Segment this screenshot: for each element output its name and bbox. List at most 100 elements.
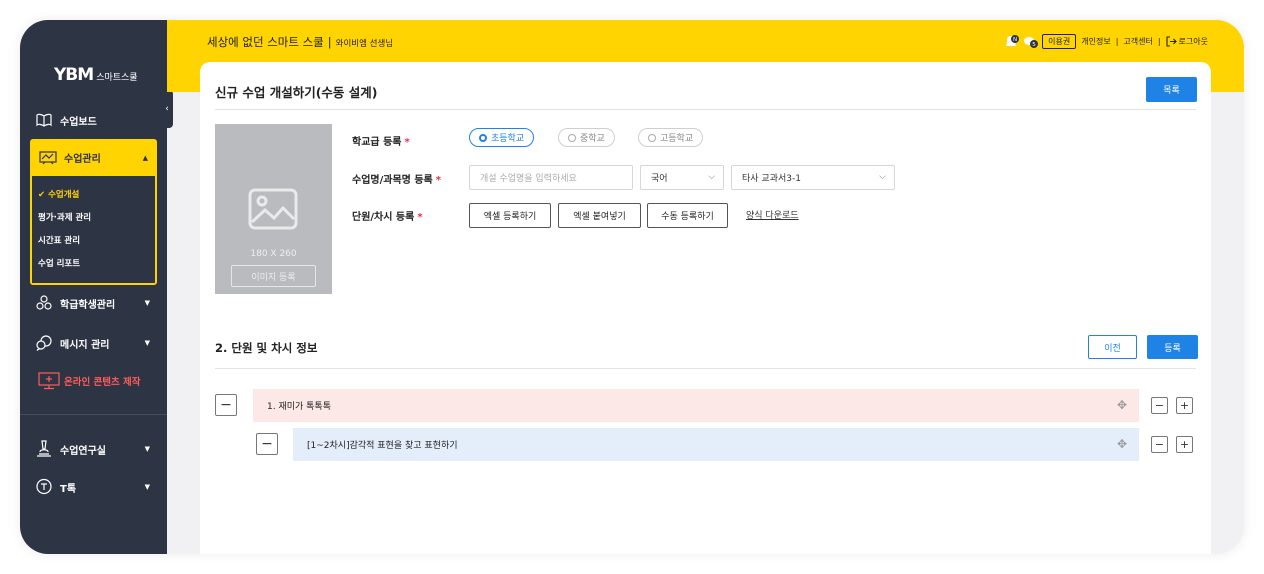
support-link[interactable]: 고객센터 (1123, 36, 1152, 47)
caret-down-icon: ▼ (144, 339, 150, 347)
image-placeholder-icon (248, 188, 298, 230)
teacher-name: 와이비엠 선생님 (335, 39, 394, 49)
required-mark: * (404, 137, 410, 148)
lesson-row[interactable]: [1~2차시]감각적 표현을 찾고 표현하기 ✥ (293, 428, 1139, 461)
school-level-label: 학교급 등록 * (352, 133, 410, 148)
excel-paste-button[interactable]: 엑셀 붙여넣기 (558, 203, 641, 228)
required-mark: * (417, 212, 423, 223)
collapse-lesson-button[interactable]: − (256, 433, 278, 455)
usage-button[interactable]: 이용권 (1042, 34, 1077, 49)
submenu-item-assessment[interactable]: 평가·과제 관리 (32, 207, 155, 230)
main-content: 신규 수업 개설하기(수동 설계) 목록 180 X 260 이미지 등록 학교… (200, 62, 1211, 554)
sidebar-item-label: 학급학생관리 (60, 299, 116, 311)
whiteboard-icon (38, 150, 58, 166)
page-title: 신규 수업 개설하기(수동 설계) (215, 85, 378, 100)
sidebar-item-label: 수업연구실 (60, 445, 106, 457)
form-download-link[interactable]: 양식 다운로드 (746, 208, 799, 221)
radio-middle[interactable]: 중학교 (558, 128, 615, 147)
sidebar-item-online-content[interactable]: 온라인 콘텐츠 제작 (38, 372, 141, 390)
logo-text: 스마트스쿨 (96, 73, 138, 83)
image-size-label: 180 X 260 (250, 249, 297, 259)
logo[interactable]: YBM 스마트스쿨 (54, 65, 138, 85)
radio-dot-icon (479, 133, 487, 142)
add-lesson-button[interactable]: + (1176, 436, 1193, 453)
sidebar-item-t-talk[interactable]: T톡 ▼ (34, 476, 156, 498)
subject-select[interactable]: 국어 ⌵ (640, 165, 724, 190)
register-button[interactable]: 등록 (1147, 335, 1198, 359)
add-unit-button[interactable]: + (1176, 397, 1193, 414)
unit-label: 단원/차시 등록 * (352, 208, 423, 223)
logo-mark: YBM (54, 65, 94, 85)
sidebar: YBM 스마트스쿨 수업보드 수업관리 ▲ ✔ 수업개설 평가·과제 관리 시간… (20, 20, 173, 554)
school-title: 세상에 없던 스마트 스쿨 | 와이비엠 선생님 (207, 34, 393, 50)
radio-high[interactable]: 고등학교 (638, 128, 704, 147)
submenu-item-timetable[interactable]: 시간표 관리 (32, 230, 155, 253)
caret-down-icon: ▼ (144, 483, 150, 491)
radio-label: 초등학교 (491, 134, 525, 144)
sidebar-collapse-button[interactable]: ‹ (161, 90, 173, 128)
chat-icon (34, 334, 54, 352)
section-title: 2. 단원 및 차시 정보 (215, 341, 318, 355)
excel-register-button[interactable]: 엑셀 등록하기 (469, 203, 551, 228)
book-icon (34, 111, 54, 129)
microscope-icon (34, 440, 54, 458)
move-icon[interactable]: ✥ (1117, 398, 1127, 412)
remove-lesson-button[interactable]: − (1151, 436, 1168, 453)
collapse-unit-button[interactable]: − (215, 394, 237, 416)
bell-icon[interactable]: N (1004, 34, 1020, 49)
radio-label: 중학교 (580, 134, 605, 144)
textbook-select-value: 타사 교과서3-1 (742, 174, 801, 184)
chevron-down-icon: ⌵ (708, 172, 715, 182)
people-icon (34, 294, 54, 312)
move-icon[interactable]: ✥ (1117, 437, 1127, 451)
message-badge: 5 (1032, 42, 1036, 48)
caret-up-icon: ▲ (142, 153, 148, 162)
sidebar-item-research[interactable]: 수업연구실 ▼ (34, 438, 156, 460)
t-talk-icon (34, 478, 54, 496)
sidebar-item-dashboard[interactable]: 수업보드 (34, 109, 156, 131)
sidebar-divider (20, 414, 167, 415)
submenu: ✔ 수업개설 평가·과제 관리 시간표 관리 수업 리포트 (32, 176, 155, 283)
logout-link[interactable]: 로그아웃 (1165, 36, 1208, 47)
class-name-input[interactable]: 개설 수업명을 입력하세요 (469, 165, 633, 190)
sidebar-item-message[interactable]: 메시지 관리 ▼ (34, 332, 156, 354)
submenu-item-open-class[interactable]: ✔ 수업개설 (32, 184, 155, 207)
minus-icon: − (1154, 438, 1165, 451)
lesson-row-label: [1~2차시]감각적 표현을 찾고 표현하기 (307, 441, 458, 451)
sidebar-item-students[interactable]: 학급학생관리 ▼ (34, 292, 156, 314)
chevron-down-icon: ⌵ (879, 172, 886, 182)
minus-icon: − (220, 397, 232, 413)
submenu-item-report[interactable]: 수업 리포트 (32, 253, 155, 276)
message-icon[interactable]: 5 (1023, 35, 1039, 49)
prev-button[interactable]: 이전 (1088, 335, 1137, 359)
radio-label: 고등학교 (660, 134, 694, 144)
subject-select-value: 국어 (651, 174, 668, 184)
title-separator: | (327, 35, 332, 49)
radio-elementary[interactable]: 초등학교 (469, 128, 535, 147)
sidebar-item-class-manage[interactable]: 수업관리 ▲ (30, 139, 157, 176)
school-name: 세상에 없던 스마트 스쿨 (207, 35, 324, 49)
textbook-select[interactable]: 타사 교과서3-1 ⌵ (731, 165, 895, 190)
sidebar-item-label: 수업보드 (60, 116, 97, 128)
chevron-left-icon: ‹ (165, 104, 169, 114)
minus-icon: − (1154, 399, 1165, 412)
sidebar-item-label: 수업관리 (64, 154, 101, 165)
image-register-button[interactable]: 이미지 등록 (231, 265, 316, 287)
radio-dot-icon (648, 133, 656, 142)
sidebar-item-label: T톡 (60, 483, 77, 495)
plus-icon: + (1179, 399, 1190, 412)
sidebar-item-label: 온라인 콘텐츠 제작 (64, 377, 141, 388)
unit-label-text: 단원/차시 등록 (352, 212, 415, 223)
minus-icon: − (261, 436, 273, 452)
privacy-link[interactable]: 개인정보 (1081, 36, 1110, 47)
unit-row[interactable]: 1. 재미가 톡톡톡 ✥ (253, 389, 1139, 422)
divider (215, 368, 1196, 369)
remove-unit-button[interactable]: − (1151, 397, 1168, 414)
logout-label: 로그아웃 (1178, 37, 1208, 46)
school-level-label-text: 학교급 등록 (352, 137, 402, 148)
image-upload-area: 180 X 260 이미지 등록 (215, 124, 332, 294)
required-mark: * (435, 175, 441, 186)
caret-down-icon: ▼ (144, 299, 150, 307)
manual-register-button[interactable]: 수동 등록하기 (647, 203, 728, 228)
list-button[interactable]: 목록 (1146, 77, 1197, 102)
